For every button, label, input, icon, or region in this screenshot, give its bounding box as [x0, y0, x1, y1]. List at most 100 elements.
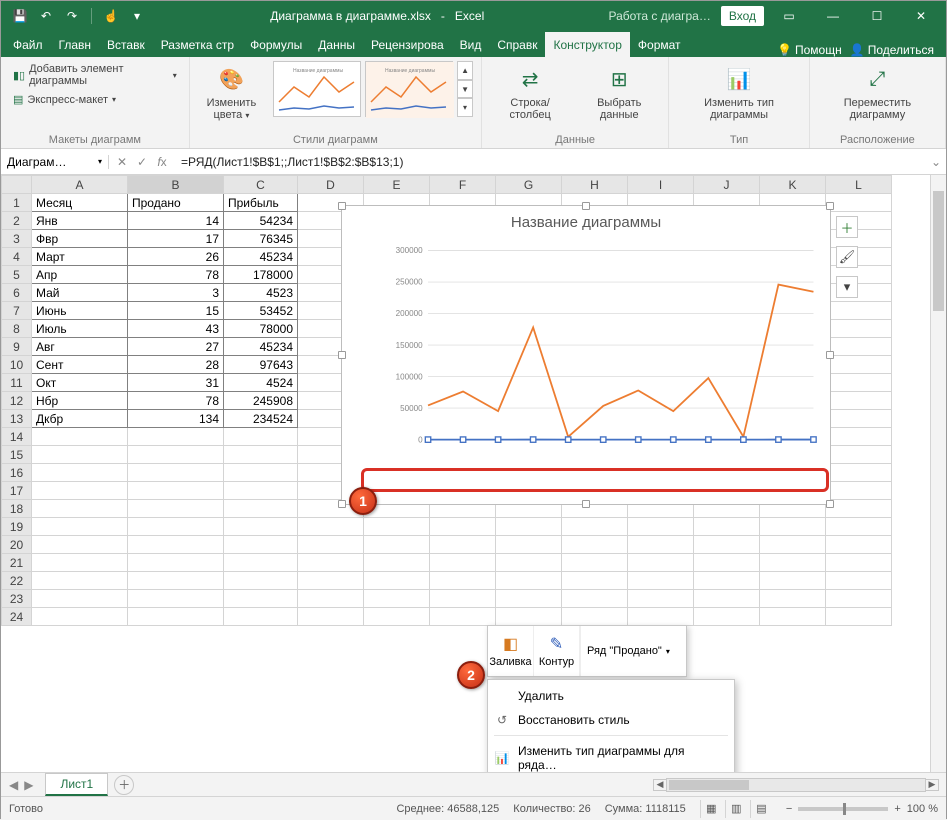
- column-header[interactable]: A: [32, 176, 128, 194]
- tab-formulas[interactable]: Формулы: [242, 32, 310, 57]
- cell[interactable]: 245908: [224, 392, 298, 410]
- touch-mode-icon[interactable]: ☝: [100, 5, 122, 27]
- cell[interactable]: Месяц: [32, 194, 128, 212]
- cell[interactable]: [826, 194, 892, 212]
- move-chart-button[interactable]: ⤢ Переместить диаграмму: [818, 61, 937, 123]
- cell[interactable]: Янв: [32, 212, 128, 230]
- row-header[interactable]: 12: [2, 392, 32, 410]
- tab-review[interactable]: Рецензирова: [363, 32, 452, 57]
- cell[interactable]: [32, 428, 128, 446]
- add-chart-element-button[interactable]: ▮▯ Добавить элемент диаграммы ▾: [9, 61, 181, 89]
- cell[interactable]: [562, 554, 628, 572]
- cell[interactable]: [32, 500, 128, 518]
- cell[interactable]: [628, 590, 694, 608]
- plot-area[interactable]: 050000100000150000200000250000300000: [392, 246, 818, 474]
- row-header[interactable]: 2: [2, 212, 32, 230]
- style-thumb-2[interactable]: Название диаграммы: [365, 61, 453, 117]
- scroll-left-icon[interactable]: ◀: [653, 779, 667, 791]
- horizontal-scrollbar[interactable]: ◀ ▶: [666, 778, 926, 792]
- cell[interactable]: 43: [128, 320, 224, 338]
- cell[interactable]: [826, 302, 892, 320]
- cell[interactable]: [128, 536, 224, 554]
- cell[interactable]: [694, 590, 760, 608]
- cell[interactable]: [364, 536, 430, 554]
- cell[interactable]: [694, 518, 760, 536]
- cell[interactable]: [298, 572, 364, 590]
- cell[interactable]: [32, 446, 128, 464]
- scroll-right-icon[interactable]: ▶: [925, 779, 939, 791]
- redo-icon[interactable]: ↷: [61, 5, 83, 27]
- row-header[interactable]: 15: [2, 446, 32, 464]
- cell[interactable]: [128, 590, 224, 608]
- cell[interactable]: [628, 554, 694, 572]
- row-header[interactable]: 13: [2, 410, 32, 428]
- new-sheet-button[interactable]: ＋: [114, 775, 134, 795]
- cell[interactable]: [826, 428, 892, 446]
- row-header[interactable]: 10: [2, 356, 32, 374]
- cell[interactable]: 76345: [224, 230, 298, 248]
- cell[interactable]: [128, 554, 224, 572]
- row-header[interactable]: 23: [2, 590, 32, 608]
- cell[interactable]: [224, 554, 298, 572]
- ctx-delete[interactable]: Удалить: [488, 684, 734, 708]
- cell[interactable]: 14: [128, 212, 224, 230]
- tell-me[interactable]: 💡Помощн: [777, 43, 842, 57]
- cell[interactable]: [430, 590, 496, 608]
- cell[interactable]: [826, 482, 892, 500]
- cell[interactable]: [224, 428, 298, 446]
- page-layout-view-icon[interactable]: ▥: [725, 800, 747, 818]
- cell[interactable]: [32, 536, 128, 554]
- tab-chart-format[interactable]: Формат: [630, 32, 689, 57]
- cell[interactable]: [364, 590, 430, 608]
- cell[interactable]: 45234: [224, 338, 298, 356]
- enter-formula-icon[interactable]: ✓: [133, 155, 151, 169]
- row-header[interactable]: 4: [2, 248, 32, 266]
- cell[interactable]: [694, 536, 760, 554]
- cell[interactable]: 45234: [224, 248, 298, 266]
- ribbon-display-icon[interactable]: ▭: [768, 2, 810, 30]
- cell[interactable]: [628, 536, 694, 554]
- cell[interactable]: [628, 572, 694, 590]
- fx-icon[interactable]: fx: [153, 155, 171, 169]
- chart-styles-gallery[interactable]: Название диаграммы Название диаграммы ▲▼…: [273, 61, 473, 117]
- chart-styles-button[interactable]: 🖌: [836, 246, 858, 268]
- change-colors-button[interactable]: 🎨 Изменить цвета ▾: [198, 61, 265, 124]
- cell[interactable]: [430, 518, 496, 536]
- cell[interactable]: [562, 536, 628, 554]
- cell[interactable]: Март: [32, 248, 128, 266]
- cell[interactable]: [430, 572, 496, 590]
- row-header[interactable]: 20: [2, 536, 32, 554]
- worksheet[interactable]: ABCDEFGHIJKL1МесяцПроданоПрибыль2Янв1454…: [1, 175, 946, 772]
- cell[interactable]: [826, 392, 892, 410]
- tab-home[interactable]: Главн: [51, 32, 100, 57]
- gallery-scroll[interactable]: ▲▼▾: [457, 61, 473, 117]
- cell[interactable]: [224, 464, 298, 482]
- cell[interactable]: 54234: [224, 212, 298, 230]
- minimize-button[interactable]: —: [812, 2, 854, 30]
- cell[interactable]: [224, 536, 298, 554]
- cell[interactable]: [224, 590, 298, 608]
- row-header[interactable]: 24: [2, 608, 32, 626]
- gallery-down-icon[interactable]: ▼: [457, 80, 473, 99]
- tab-data[interactable]: Данны: [310, 32, 363, 57]
- cell[interactable]: [32, 608, 128, 626]
- cell[interactable]: Прибыль: [224, 194, 298, 212]
- cell[interactable]: 78: [128, 392, 224, 410]
- chart-filters-button[interactable]: ▾: [836, 276, 858, 298]
- share-button[interactable]: 👤Поделиться: [850, 43, 934, 57]
- column-header[interactable]: [2, 176, 32, 194]
- signin-button[interactable]: Вход: [721, 6, 764, 26]
- cell[interactable]: [32, 518, 128, 536]
- cell[interactable]: [628, 608, 694, 626]
- cell[interactable]: [826, 446, 892, 464]
- cell[interactable]: [760, 536, 826, 554]
- column-header[interactable]: H: [562, 176, 628, 194]
- row-header[interactable]: 22: [2, 572, 32, 590]
- cell[interactable]: [364, 518, 430, 536]
- mini-outline-button[interactable]: ✎ Контур: [534, 626, 580, 676]
- cell[interactable]: [826, 338, 892, 356]
- cell[interactable]: Июль: [32, 320, 128, 338]
- cell[interactable]: [128, 518, 224, 536]
- cell[interactable]: 28: [128, 356, 224, 374]
- row-header[interactable]: 18: [2, 500, 32, 518]
